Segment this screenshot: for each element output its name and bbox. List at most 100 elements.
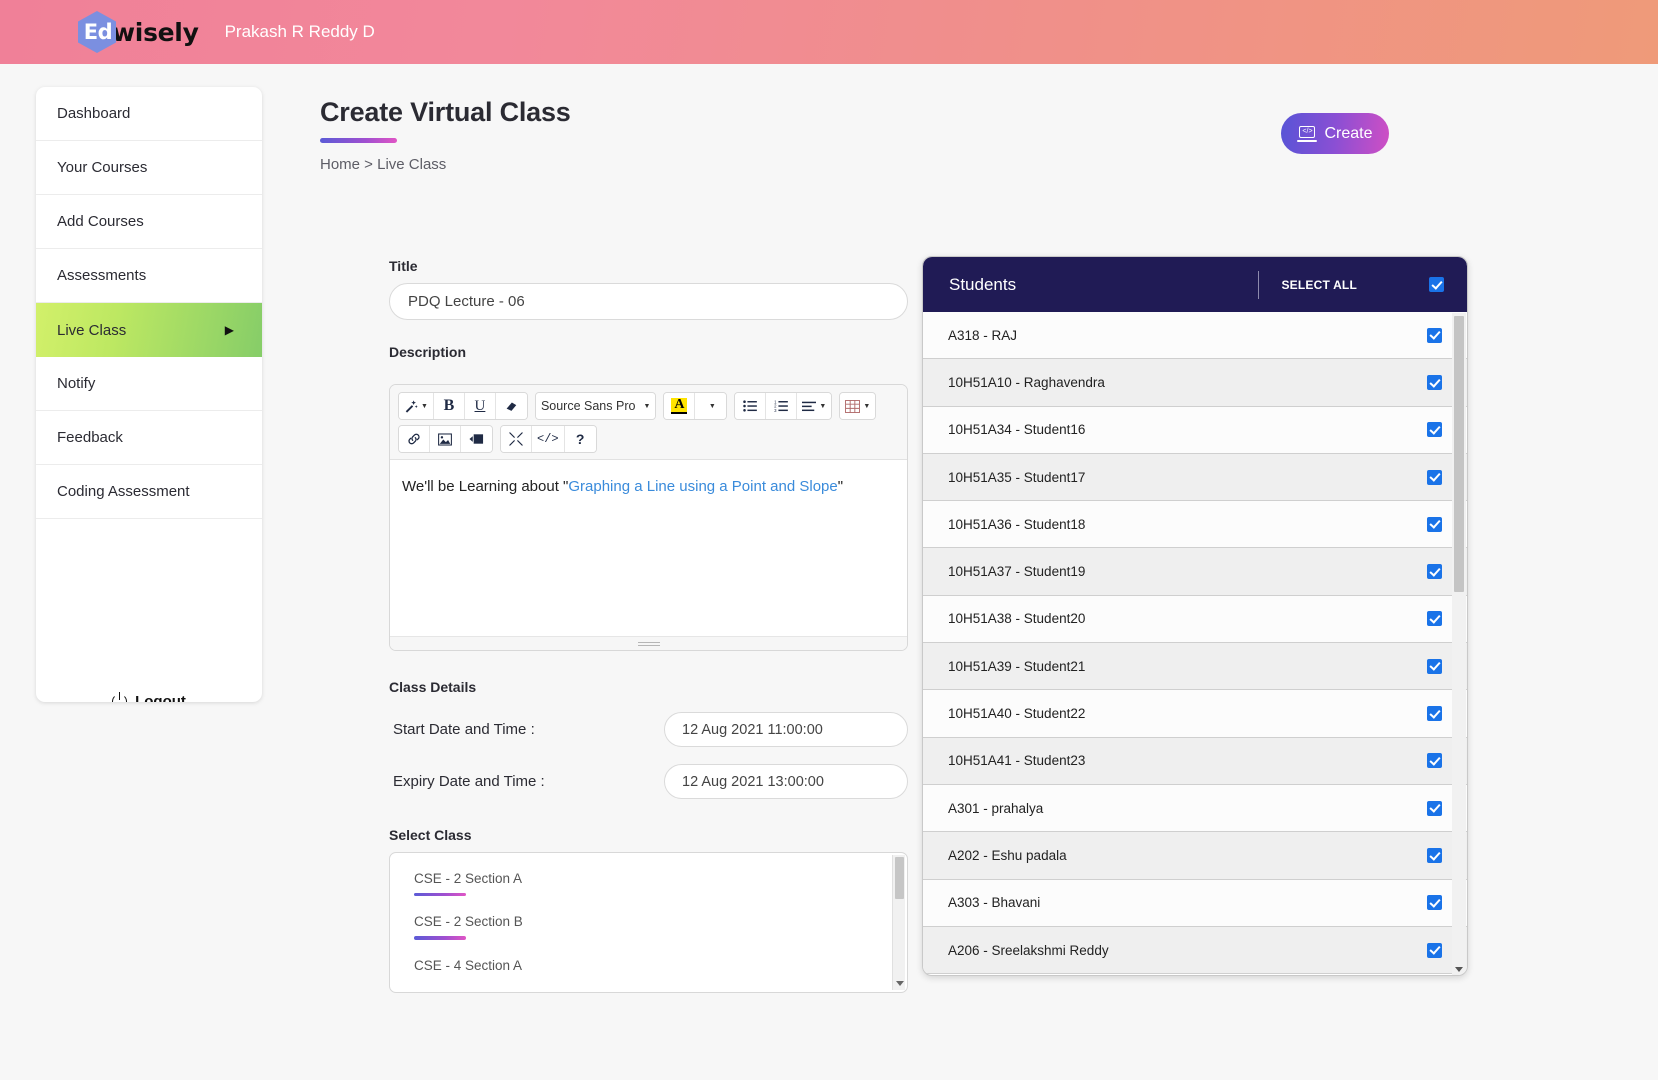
magic-wand-icon[interactable]: ▼ [399,393,434,419]
description-link[interactable]: Graphing a Line using a Point and Slope [568,478,837,495]
select-all-checkbox[interactable] [1429,277,1444,292]
student-checkbox-wrap[interactable] [1427,706,1442,722]
logout-button[interactable]: Logout [36,679,262,702]
student-checkbox-wrap[interactable] [1427,611,1442,627]
sidebar-item-coding-assessment[interactable]: Coding Assessment [36,465,262,519]
student-checkbox-wrap[interactable] [1427,847,1442,863]
student-row[interactable]: 10H51A10 - Raghavendra [923,359,1467,407]
students-list[interactable]: A318 - RAJ 10H51A10 - Raghavendra 10H51A… [923,312,1467,975]
link-icon[interactable] [399,426,430,452]
student-checkbox-wrap[interactable] [1427,327,1442,343]
student-checkbox-wrap[interactable] [1427,800,1442,816]
student-checkbox[interactable] [1427,658,1442,674]
select-class-list[interactable]: CSE - 2 Section A CSE - 2 Section B CSE … [389,852,908,993]
create-button[interactable]: </> Create [1281,113,1389,154]
select-class-label: Select Class [389,827,472,843]
image-icon[interactable] [430,426,461,452]
student-checkbox[interactable] [1427,611,1442,627]
select-class-scrollbar[interactable] [892,855,905,990]
student-row[interactable]: 10H51A39 - Student21 [923,643,1467,691]
scrollbar-thumb[interactable] [1454,316,1464,592]
help-icon[interactable]: ? [564,426,596,452]
student-row[interactable]: 10H51A41 - Student23 [923,737,1467,785]
font-family-dropdown[interactable]: Source Sans Pro ▼ [535,393,656,419]
student-checkbox[interactable] [1427,422,1442,438]
select-all-checkbox-wrap[interactable] [1429,277,1444,292]
unordered-list-icon[interactable] [735,393,767,419]
sidebar-item-add-courses[interactable]: Add Courses [36,195,262,249]
student-checkbox-wrap[interactable] [1427,374,1442,390]
page-title: Create Virtual Class [320,97,571,127]
student-checkbox-wrap[interactable] [1427,422,1442,438]
class-option[interactable]: CSE - 2 Section A [390,853,907,897]
ordered-list-icon[interactable]: 123 [766,393,798,419]
sidebar-item-dashboard[interactable]: Dashboard [36,87,262,141]
student-row[interactable]: 10H51A35 - Student17 [923,453,1467,502]
student-checkbox[interactable] [1427,847,1442,863]
video-icon[interactable] [461,426,492,452]
student-row[interactable]: A303 - Bhavani [923,879,1467,927]
class-option[interactable]: CSE - 4 Section A [390,940,907,973]
student-checkbox[interactable] [1427,706,1442,722]
student-checkbox-wrap[interactable] [1427,658,1442,674]
editor-toolbar-row-2: </> ? [398,425,899,453]
student-checkbox-wrap[interactable] [1427,469,1442,485]
class-option[interactable]: CSE - 2 Section B [390,896,907,940]
student-checkbox-wrap[interactable] [1427,516,1442,532]
students-scrollbar[interactable] [1452,313,1466,975]
text-highlight-icon[interactable]: A [664,393,696,419]
app-logo[interactable]: Ed wisely [78,11,199,53]
student-row[interactable]: 10H51A36 - Student18 [923,501,1467,549]
student-checkbox-wrap[interactable] [1427,895,1442,911]
header-divider [1258,270,1260,299]
student-checkbox[interactable] [1427,374,1442,390]
sidebar-item-label: Assessments [57,267,147,284]
chevron-down-icon: ▼ [863,402,871,410]
fullscreen-icon[interactable] [501,426,532,452]
sidebar-item-your-courses[interactable]: Your Courses [36,141,262,195]
sidebar-item-live-class[interactable]: Live Class ▶ [36,303,262,357]
expiry-date-label: Expiry Date and Time : [393,773,545,790]
student-checkbox-wrap[interactable] [1427,942,1442,958]
student-row[interactable]: A301 - prahalya [923,784,1467,833]
title-input[interactable] [389,283,908,320]
sidebar-item-notify[interactable]: Notify [36,357,262,411]
table-icon[interactable]: ▼ [840,393,876,419]
sidebar-item-label: Notify [57,375,96,392]
editor-resize-handle[interactable] [390,636,907,650]
student-checkbox[interactable] [1427,564,1442,580]
highlight-color-dropdown[interactable]: ▼ [695,393,727,419]
student-row[interactable]: A206 - Sreelakshmi Reddy [923,926,1467,975]
student-checkbox[interactable] [1427,516,1442,532]
sidebar-item-assessments[interactable]: Assessments [36,249,262,303]
eraser-icon[interactable] [495,393,527,419]
student-checkbox[interactable] [1427,753,1442,769]
create-button-label: Create [1324,124,1373,142]
source-code-icon[interactable]: </> [532,426,565,452]
student-checkbox-wrap[interactable] [1427,564,1442,580]
start-date-input[interactable] [664,712,908,747]
underline-icon[interactable]: U [464,393,496,419]
expiry-date-input[interactable] [664,764,908,799]
student-checkbox[interactable] [1427,895,1442,911]
student-checkbox[interactable] [1427,327,1442,343]
student-checkbox[interactable] [1427,942,1442,958]
scrollbar-thumb[interactable] [895,857,904,899]
editor-group-lists: 123 ▼ [734,392,833,420]
student-row[interactable]: 10H51A40 - Student22 [923,690,1467,738]
student-row[interactable]: 10H51A38 - Student20 [923,595,1467,644]
student-checkbox[interactable] [1427,469,1442,485]
description-editor-body[interactable]: We'll be Learning about "Graphing a Line… [390,460,907,636]
student-row[interactable]: 10H51A37 - Student19 [923,548,1467,596]
student-row[interactable]: A318 - RAJ [923,312,1467,360]
logo-word-text: wisely [112,17,199,47]
scroll-down-arrow-icon[interactable] [1455,967,1463,972]
scroll-down-arrow-icon[interactable] [896,981,904,986]
student-row[interactable]: 10H51A34 - Student16 [923,406,1467,454]
student-checkbox-wrap[interactable] [1427,753,1442,769]
student-checkbox[interactable] [1427,800,1442,816]
student-row[interactable]: A202 - Eshu padala [923,832,1467,880]
align-icon[interactable]: ▼ [797,393,832,419]
bold-icon[interactable]: B [433,393,465,419]
sidebar-item-feedback[interactable]: Feedback [36,411,262,465]
